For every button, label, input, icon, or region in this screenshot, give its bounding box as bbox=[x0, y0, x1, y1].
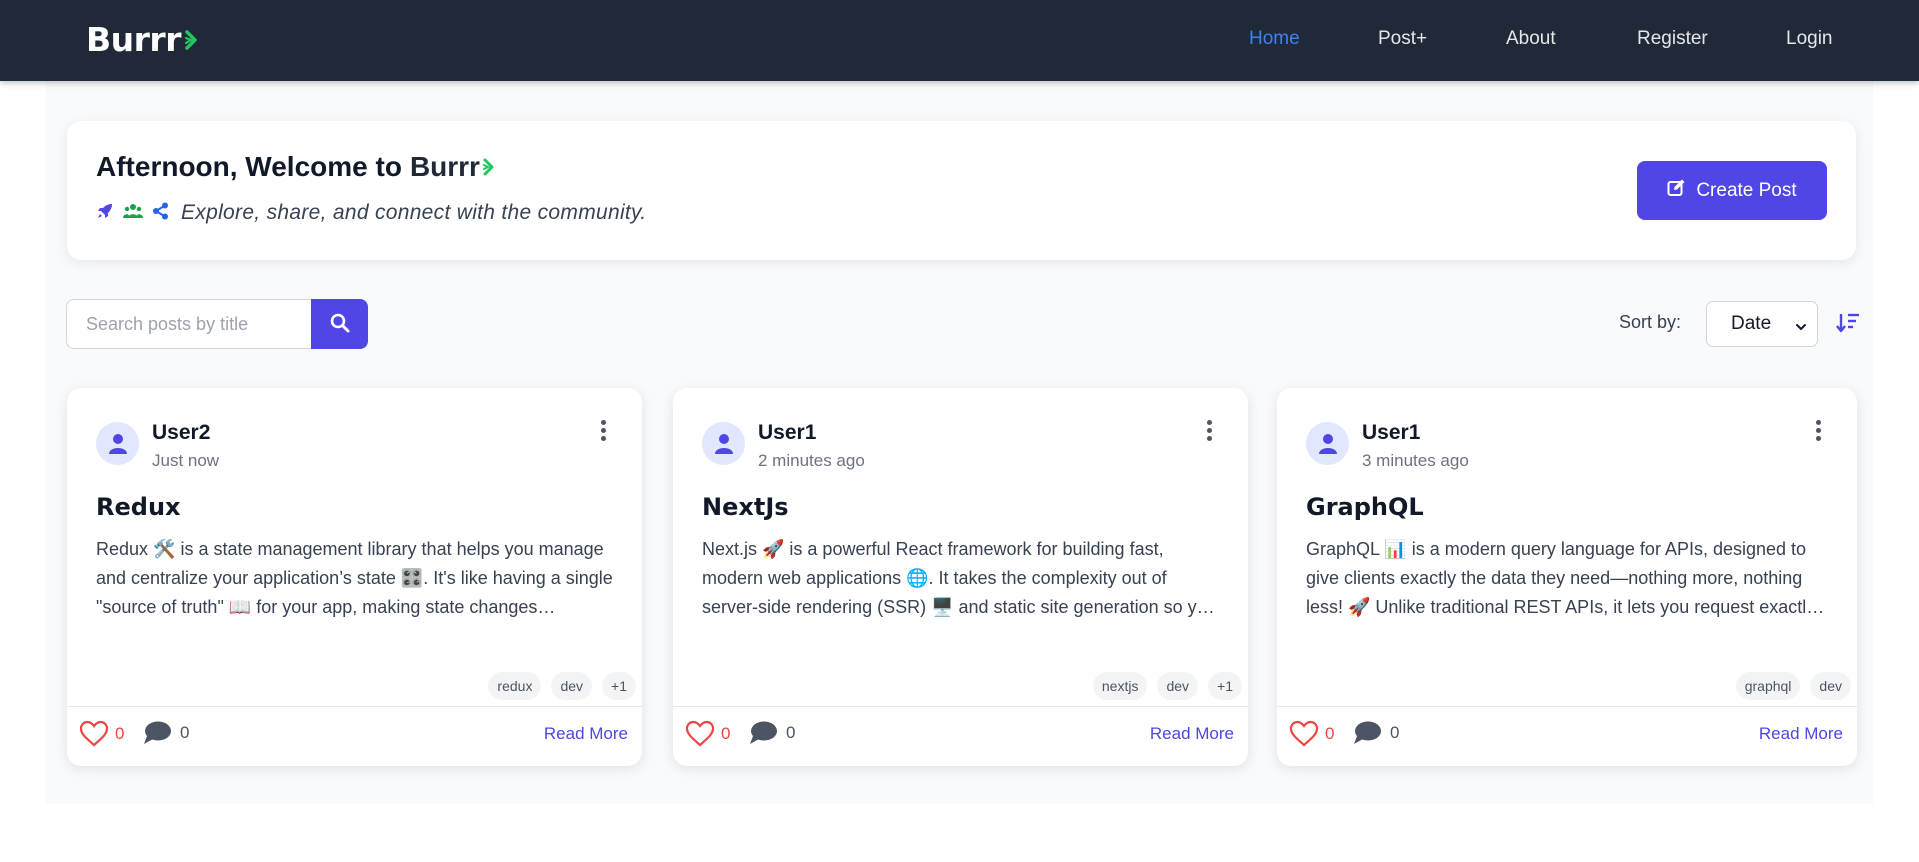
tag-more[interactable]: +1 bbox=[602, 672, 636, 700]
comment-icon bbox=[1354, 721, 1381, 744]
card-divider bbox=[673, 706, 1248, 707]
post-title[interactable]: Redux bbox=[96, 493, 181, 521]
sort-direction-icon[interactable] bbox=[1836, 312, 1860, 339]
welcome-subtitle: Explore, share, and connect with the com… bbox=[96, 201, 646, 225]
user-icon bbox=[1318, 433, 1337, 454]
card-divider bbox=[67, 706, 642, 707]
post-author[interactable]: User2 bbox=[152, 421, 210, 445]
post-tags: graphql dev bbox=[1735, 672, 1851, 700]
brand-name: Burrr bbox=[86, 20, 181, 59]
post-time: Just now bbox=[152, 451, 220, 470]
comment-count: 0 bbox=[180, 722, 190, 742]
post-tags: redux dev +1 bbox=[488, 672, 636, 700]
create-post-label: Create Post bbox=[1696, 179, 1797, 201]
avatar bbox=[96, 422, 139, 465]
tag[interactable]: redux bbox=[488, 672, 542, 700]
post-time: 3 minutes ago bbox=[1362, 451, 1469, 470]
search-icon bbox=[330, 313, 350, 336]
share-icon bbox=[152, 202, 170, 225]
heart-icon bbox=[1289, 720, 1319, 747]
comment-count: 0 bbox=[786, 722, 796, 742]
rocket-icon bbox=[96, 202, 114, 225]
like-button[interactable]: 0 bbox=[79, 720, 124, 747]
avatar bbox=[1306, 422, 1349, 465]
users-icon bbox=[123, 203, 143, 224]
comment-button[interactable]: 0 bbox=[1353, 720, 1399, 745]
user-icon bbox=[714, 433, 733, 454]
brand-logo[interactable]: Burrr bbox=[86, 20, 198, 59]
post-time: 2 minutes ago bbox=[758, 451, 865, 470]
post-title[interactable]: NextJs bbox=[702, 493, 789, 521]
welcome-brand: Burrr bbox=[409, 151, 480, 182]
edit-icon bbox=[1667, 178, 1686, 203]
read-more-link[interactable]: Read More bbox=[1759, 724, 1843, 744]
chevron-down-icon bbox=[1795, 317, 1807, 339]
read-more-link[interactable]: Read More bbox=[544, 724, 628, 744]
post-card[interactable]: User1 2 minutes ago NextJs Next.js 🚀 is … bbox=[673, 388, 1248, 766]
avatar bbox=[702, 422, 745, 465]
more-options-icon[interactable] bbox=[1810, 417, 1826, 443]
nav-about[interactable]: About bbox=[1506, 28, 1556, 50]
welcome-greeting: Afternoon, Welcome to bbox=[96, 151, 402, 182]
sort-label: Sort by: bbox=[1619, 312, 1682, 332]
like-count: 0 bbox=[1325, 723, 1335, 743]
comment-icon bbox=[750, 721, 777, 744]
search-bar bbox=[66, 299, 368, 349]
brand-arrow-icon bbox=[482, 156, 496, 178]
tag[interactable]: nextjs bbox=[1092, 672, 1148, 700]
tag[interactable]: dev bbox=[1810, 672, 1851, 700]
like-button[interactable]: 0 bbox=[1289, 720, 1334, 747]
navbar: Burrr Home Post+ About Register Login bbox=[0, 0, 1919, 81]
comment-button[interactable]: 0 bbox=[143, 720, 189, 745]
more-options-icon[interactable] bbox=[595, 417, 611, 443]
tag[interactable]: dev bbox=[1157, 672, 1199, 700]
sort-select[interactable]: Date bbox=[1706, 301, 1818, 347]
card-divider bbox=[1277, 706, 1857, 707]
nav-post-plus[interactable]: Post+ bbox=[1378, 28, 1427, 50]
like-count: 0 bbox=[115, 723, 125, 743]
search-button[interactable] bbox=[311, 299, 368, 349]
post-excerpt: Next.js 🚀 is a powerful React framework … bbox=[702, 539, 1217, 617]
welcome-tagline: Explore, share, and connect with the com… bbox=[181, 201, 647, 224]
like-count: 0 bbox=[721, 723, 731, 743]
sort-selected-value: Date bbox=[1731, 313, 1772, 334]
heart-icon bbox=[79, 720, 109, 747]
nav-login[interactable]: Login bbox=[1786, 28, 1833, 50]
post-author[interactable]: User1 bbox=[758, 421, 816, 445]
heart-icon bbox=[685, 720, 715, 747]
like-button[interactable]: 0 bbox=[685, 720, 730, 747]
create-post-button[interactable]: Create Post bbox=[1637, 161, 1827, 220]
nav-register[interactable]: Register bbox=[1637, 28, 1708, 50]
tag[interactable]: graphql bbox=[1735, 672, 1801, 700]
post-card[interactable]: User2 Just now Redux Redux 🛠️ is a state… bbox=[67, 388, 642, 766]
tag[interactable]: dev bbox=[551, 672, 593, 700]
brand-arrow-icon bbox=[184, 29, 198, 51]
comment-button[interactable]: 0 bbox=[749, 720, 795, 745]
comment-icon bbox=[144, 721, 171, 744]
more-options-icon[interactable] bbox=[1201, 417, 1217, 443]
post-excerpt: Redux 🛠️ is a state management library t… bbox=[96, 539, 613, 617]
post-author[interactable]: User1 bbox=[1362, 421, 1420, 445]
welcome-card: Afternoon, Welcome to Burrr Explore, sha… bbox=[67, 121, 1856, 260]
tag-more[interactable]: +1 bbox=[1208, 672, 1242, 700]
post-excerpt: GraphQL 📊 is a modern query language for… bbox=[1306, 539, 1816, 617]
welcome-title: Afternoon, Welcome to Burrr bbox=[96, 151, 496, 183]
post-title[interactable]: GraphQL bbox=[1306, 493, 1424, 521]
read-more-link[interactable]: Read More bbox=[1150, 724, 1234, 744]
comment-count: 0 bbox=[1390, 722, 1400, 742]
search-input[interactable] bbox=[66, 299, 311, 349]
post-tags: nextjs dev +1 bbox=[1092, 672, 1242, 700]
post-card[interactable]: User1 3 minutes ago GraphQL GraphQL 📊 is… bbox=[1277, 388, 1857, 766]
user-icon bbox=[108, 433, 127, 454]
nav-home[interactable]: Home bbox=[1249, 28, 1300, 50]
